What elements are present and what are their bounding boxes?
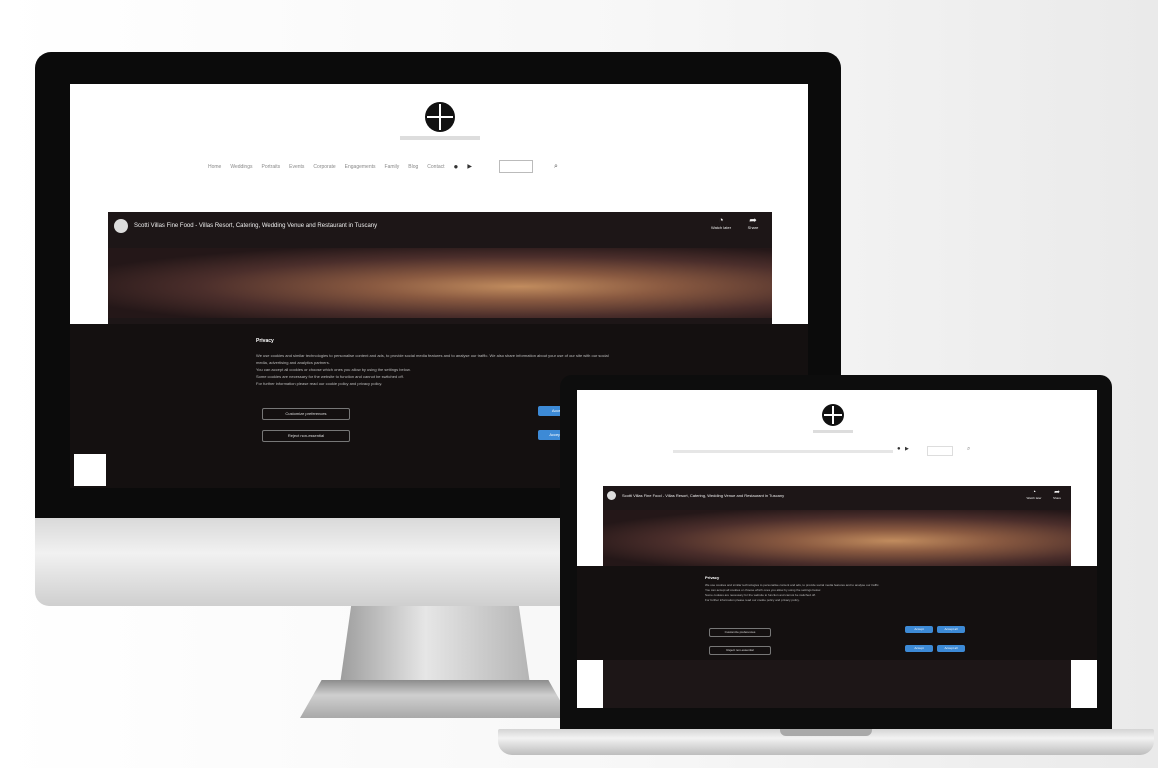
- video-titlebar: Scotti Villas Fine Food - Villas Resort,…: [603, 486, 1071, 504]
- nav-item-home[interactable]: Home: [208, 164, 221, 170]
- main-nav: Home Weddings Portraits Events Corporate…: [208, 160, 558, 173]
- consent-title: Privacy: [256, 338, 274, 344]
- consent-title: Privacy: [705, 575, 720, 580]
- search-icon[interactable]: ⌕: [967, 446, 970, 453]
- consent-paragraph: We use cookies and similar technologies …: [256, 353, 609, 365]
- corner-widget[interactable]: [74, 454, 106, 486]
- nav-item-events[interactable]: Events: [289, 164, 304, 170]
- main-nav: [673, 450, 893, 453]
- clock-icon: ◔: [718, 215, 724, 225]
- share-label: Share: [747, 225, 759, 230]
- reject-non-essential-button[interactable]: Reject non-essential: [709, 646, 771, 655]
- consent-paragraph: You can accept all cookies or choose whi…: [256, 367, 411, 372]
- video-title[interactable]: Scotti Villas Fine Food - Villas Resort,…: [134, 223, 377, 229]
- customize-preferences-button[interactable]: Customize preferences: [709, 628, 771, 637]
- video-titlebar: Scotti Villas Fine Food - Villas Resort,…: [108, 212, 772, 240]
- channel-icon[interactable]: [607, 490, 616, 500]
- corner-widget[interactable]: [1071, 662, 1097, 706]
- nav-item-contact[interactable]: Contact: [427, 164, 444, 170]
- nav-item-weddings[interactable]: Weddings: [230, 164, 252, 170]
- logo-icon[interactable]: [822, 404, 844, 426]
- laptop-notch: [780, 729, 872, 736]
- laptop-screen: ● ▶ ⌕ Scotti Villas Fine Food - Villas R…: [577, 390, 1097, 708]
- search-icon[interactable]: ⌕: [554, 163, 558, 171]
- logo-caption: [813, 430, 853, 433]
- logo-icon[interactable]: [425, 102, 455, 132]
- cookie-consent-banner: Privacy We use cookies and similar techn…: [577, 566, 1097, 660]
- watch-later-button[interactable]: ◔ Watch later: [706, 215, 736, 231]
- customize-preferences-button[interactable]: Customize preferences: [262, 408, 350, 420]
- cart-icon[interactable]: ▶: [905, 446, 909, 452]
- consent-text: We use cookies and similar technologies …: [705, 583, 965, 603]
- share-label: Share: [1052, 496, 1061, 500]
- share-button[interactable]: ➦ Share: [1047, 489, 1067, 500]
- cart-icon[interactable]: ▶: [467, 163, 472, 170]
- watch-later-label: Watch later: [1026, 496, 1042, 500]
- nav-item-portraits[interactable]: Portraits: [262, 164, 281, 170]
- watch-later-label: Watch later: [710, 225, 732, 230]
- accept-all-button[interactable]: Accept all: [937, 626, 965, 633]
- accept-button[interactable]: Accept: [905, 626, 933, 633]
- channel-icon[interactable]: [114, 219, 128, 233]
- watch-later-button[interactable]: ◔ Watch later: [1023, 489, 1045, 500]
- site-header: ● ▶ ⌕: [577, 390, 1097, 486]
- nav-item-family[interactable]: Family: [385, 164, 400, 170]
- accept-all-button[interactable]: Accept all: [937, 645, 965, 652]
- video-thumbnail: [603, 510, 1071, 566]
- nav-item-blog[interactable]: Blog: [408, 164, 418, 170]
- video-thumbnail: [108, 248, 772, 318]
- logo-caption: [400, 136, 480, 140]
- share-icon: ➦: [749, 215, 757, 225]
- consent-paragraph: For further information please read our …: [705, 598, 800, 602]
- nav-item-engagements[interactable]: Engagements: [345, 164, 376, 170]
- user-icon[interactable]: ●: [454, 162, 459, 171]
- imac-stand-base: [300, 680, 570, 718]
- share-button[interactable]: ➦ Share: [740, 215, 766, 231]
- site-header: Home Weddings Portraits Events Corporate…: [70, 84, 808, 212]
- corner-widget[interactable]: [577, 662, 603, 706]
- clock-icon: ◔: [1031, 489, 1037, 496]
- user-icon[interactable]: ●: [897, 446, 901, 452]
- imac-stand-neck: [340, 604, 530, 684]
- share-icon: ➦: [1054, 489, 1060, 496]
- search-input[interactable]: [498, 160, 533, 173]
- video-title[interactable]: Scotti Villas Fine Food - Villas Resort,…: [622, 493, 784, 498]
- accept-button[interactable]: Accept: [905, 645, 933, 652]
- reject-non-essential-button[interactable]: Reject non-essential: [262, 430, 350, 442]
- search-input[interactable]: [927, 446, 953, 456]
- nav-item-corporate[interactable]: Corporate: [313, 164, 335, 170]
